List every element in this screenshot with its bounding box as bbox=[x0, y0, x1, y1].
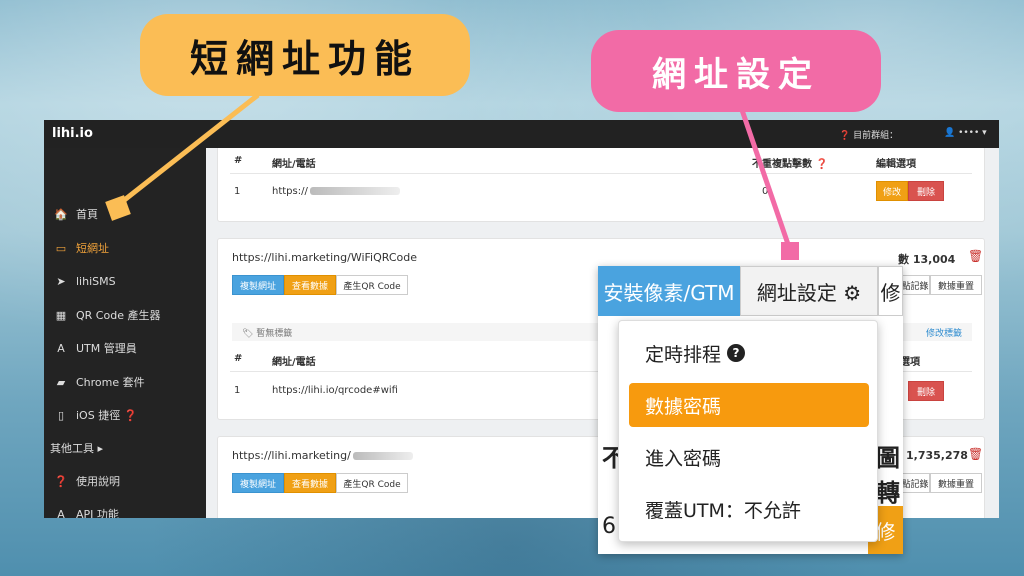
short-url-title[interactable]: https://lihi.marketing/WiFiQRCode bbox=[232, 251, 417, 264]
sidebar-item-api[interactable]: A API 功能 bbox=[44, 502, 206, 519]
callout-short-url: 短網址功能 bbox=[140, 14, 470, 96]
question-icon: ❓ bbox=[54, 474, 68, 488]
question-icon: ? bbox=[727, 344, 746, 362]
current-group[interactable]: ❓ 目前群組： bbox=[839, 128, 898, 141]
sidebar: 🏠 首頁 ▭ 短網址 ➤ lihiSMS ▦ QR Code 產生器 A UTM 管理員 … bbox=[44, 148, 206, 518]
view-stats-button[interactable]: 查看數據 bbox=[284, 473, 336, 493]
records-button[interactable]: 點記錄 bbox=[900, 473, 930, 493]
top-navbar: lihi.io ❓ 目前群組： 👤 •••• ▾ bbox=[44, 120, 999, 148]
zoomed-settings-panel: 安裝像素/GTM 網址設定 ⚙ 修 不 圖轉 6 修 定時排程? 數據密碼 進入… bbox=[598, 266, 903, 554]
reset-data-button[interactable]: 數據重置 bbox=[930, 473, 982, 493]
delete-button[interactable]: 刪除 bbox=[908, 181, 944, 201]
short-url-title[interactable]: https://lihi.marketing/ bbox=[232, 449, 413, 462]
view-stats-button[interactable]: 查看數據 bbox=[284, 275, 336, 295]
reset-data-button[interactable]: 數據重置 bbox=[930, 275, 982, 295]
click-count: 數 13,004 bbox=[898, 253, 956, 266]
short-url-link[interactable]: https:// bbox=[272, 186, 400, 197]
home-icon: 🏠 bbox=[54, 207, 68, 221]
copy-url-button[interactable]: 複製網址 bbox=[232, 275, 284, 295]
edit-tab[interactable]: 修 bbox=[878, 266, 903, 316]
sidebar-item-home[interactable]: 🏠 首頁 bbox=[44, 202, 206, 226]
user-menu[interactable]: 👤 •••• ▾ bbox=[944, 128, 987, 138]
copy-url-button[interactable]: 複製網址 bbox=[232, 473, 284, 493]
sidebar-item-sms[interactable]: ➤ lihiSMS bbox=[44, 269, 206, 293]
link-card-icon: ▭ bbox=[55, 241, 67, 255]
delete-button[interactable]: 刪除 bbox=[908, 381, 944, 401]
edit-tag-link[interactable]: 修改標籤 bbox=[926, 326, 962, 339]
click-count: 1,735,278 bbox=[906, 449, 968, 462]
sidebar-item-utm[interactable]: A UTM 管理員 bbox=[44, 336, 206, 360]
menu-item-entry-password[interactable]: 進入密碼 bbox=[629, 435, 869, 479]
sidebar-item-other-tools[interactable]: 其他工具 ▸ bbox=[44, 436, 206, 460]
sidebar-item-qrcode[interactable]: ▦ QR Code 產生器 bbox=[44, 303, 206, 327]
mobile-icon: ▯ bbox=[57, 408, 65, 422]
qrcode-icon: ▦ bbox=[55, 308, 67, 322]
menu-item-data-password[interactable]: 數據密碼 bbox=[629, 383, 869, 427]
edit-button[interactable]: 修改 bbox=[876, 181, 908, 201]
bookmark-icon: ▰ bbox=[56, 375, 66, 389]
utm-icon: A bbox=[57, 341, 65, 355]
api-icon: A bbox=[57, 507, 65, 519]
qrcode-button[interactable]: 產生QR Code bbox=[336, 275, 408, 295]
url-card-1: # 網址/電話 不重複點擊數 ❓ 編輯選項 1 https:// 0 修改 刪除 bbox=[217, 148, 985, 222]
short-url-link[interactable]: https://lihi.io/qrcode#wifi bbox=[272, 385, 398, 396]
settings-dropdown-menu: 定時排程? 數據密碼 進入密碼 覆蓋UTM：不允許 bbox=[618, 320, 878, 542]
sidebar-item-chrome[interactable]: ▰ Chrome 套件 bbox=[44, 370, 206, 394]
menu-item-override-utm[interactable]: 覆蓋UTM：不允許 bbox=[629, 487, 869, 531]
url-settings-tab[interactable]: 網址設定 ⚙ bbox=[740, 266, 878, 316]
trash-icon[interactable]: 🗑 bbox=[968, 447, 983, 461]
install-pixel-gtm-tab[interactable]: 安裝像素/GTM bbox=[598, 266, 740, 316]
trash-icon[interactable]: 🗑 bbox=[968, 249, 983, 263]
records-button[interactable]: 點記錄 bbox=[900, 275, 930, 295]
callout-url-settings: 網址設定 bbox=[591, 30, 881, 112]
send-icon: ➤ bbox=[56, 274, 66, 288]
qrcode-button[interactable]: 產生QR Code bbox=[336, 473, 408, 493]
tag-label: 🏷 暫無標籤 bbox=[242, 329, 293, 339]
sidebar-item-help[interactable]: ❓ 使用說明 bbox=[44, 469, 206, 493]
sidebar-item-ios[interactable]: ▯ iOS 捷徑 ❓ bbox=[44, 403, 206, 427]
menu-item-schedule[interactable]: 定時排程? bbox=[629, 331, 869, 375]
brand-logo[interactable]: lihi.io bbox=[52, 126, 93, 141]
sidebar-item-short-url[interactable]: ▭ 短網址 bbox=[44, 236, 206, 260]
